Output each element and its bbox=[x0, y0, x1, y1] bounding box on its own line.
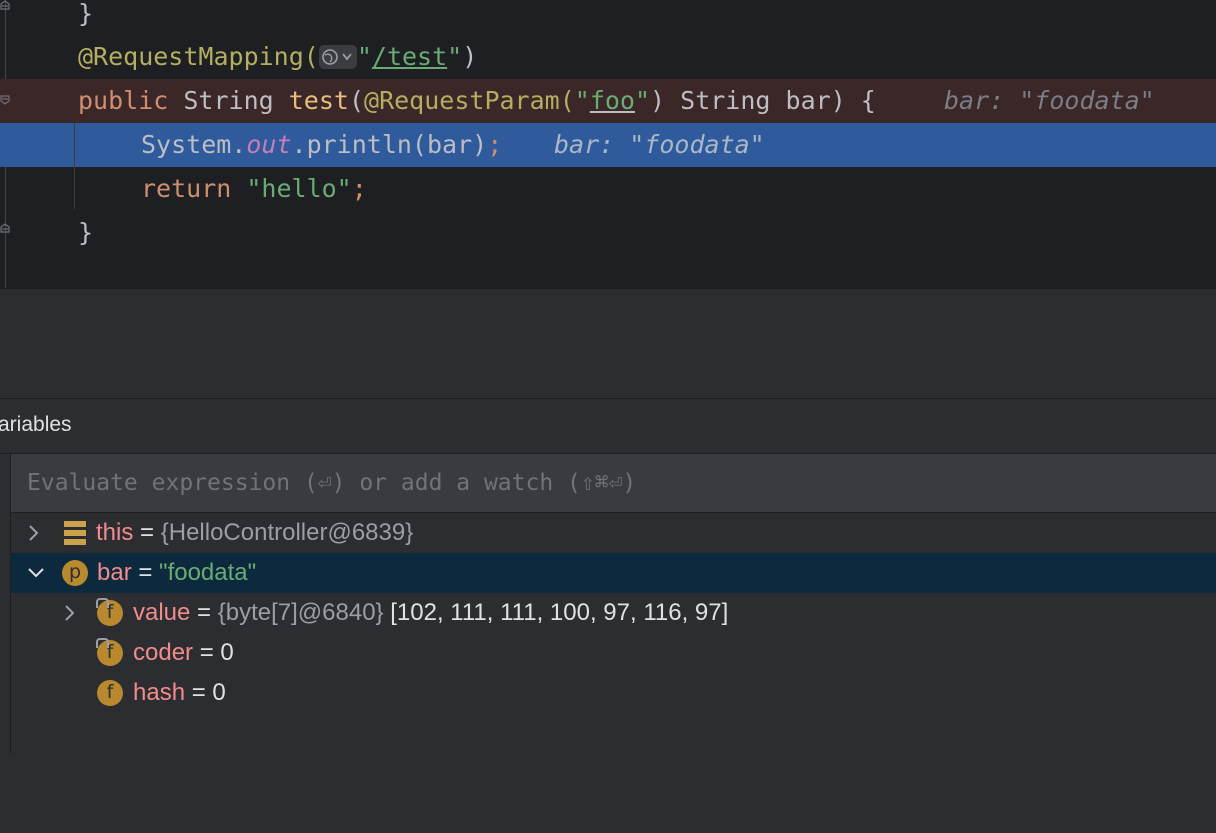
fold-icon[interactable] bbox=[0, 223, 10, 233]
debug-toolbar bbox=[0, 288, 1216, 344]
code-line-current-execution[interactable]: System.out.println(bar); bar: "foodata" bbox=[0, 123, 1216, 167]
inline-value-hint: bar: "foodata" bbox=[944, 86, 1155, 115]
code-editor[interactable]: } @RequestMapping("/test") public String… bbox=[0, 0, 1216, 288]
chevron-down-icon[interactable] bbox=[24, 553, 44, 593]
inline-value-hint: bar: "foodata" bbox=[554, 130, 765, 159]
closing-brace: } bbox=[78, 0, 94, 28]
mapping-path-link[interactable]: /test bbox=[372, 42, 447, 71]
lock-icon bbox=[96, 638, 109, 648]
request-param-name: foo bbox=[589, 86, 635, 115]
object-stack-icon bbox=[64, 521, 86, 545]
debug-tab-bar bbox=[0, 343, 1216, 399]
variables-panel[interactable]: this = {HelloController@6839} p bar = "f… bbox=[10, 454, 1216, 754]
code-line-1[interactable]: } bbox=[0, 0, 1216, 36]
variables-title: ariables bbox=[0, 413, 72, 436]
variable-row-this[interactable]: this = {HelloController@6839} bbox=[11, 513, 1216, 553]
code-line-closing[interactable]: } bbox=[0, 211, 1216, 255]
closing-brace: } bbox=[78, 218, 94, 247]
parameter-icon: p bbox=[62, 560, 88, 586]
variables-header: ariables bbox=[0, 399, 1216, 454]
request-mapping-annotation: @RequestMapping( bbox=[78, 42, 319, 71]
web-endpoint-icon[interactable] bbox=[318, 41, 357, 69]
method-name: test bbox=[288, 86, 349, 115]
code-line-method-signature[interactable]: public String test(@RequestParam("foo") … bbox=[0, 79, 1216, 123]
variable-row-bar[interactable]: p bar = "foodata" bbox=[11, 553, 1216, 593]
out-field: out bbox=[246, 130, 292, 159]
variable-row-coder[interactable]: f coder = 0 bbox=[11, 633, 1216, 673]
evaluate-bar bbox=[11, 454, 1216, 513]
chevron-right-icon[interactable] bbox=[60, 593, 80, 633]
variable-row-value[interactable]: f value = {byte[7]@6840} [102, 111, 111,… bbox=[11, 593, 1216, 633]
fold-icon[interactable] bbox=[0, 95, 10, 105]
evaluate-expression-input[interactable] bbox=[27, 454, 1207, 512]
chevron-right-icon[interactable] bbox=[24, 513, 44, 553]
code-line-request-mapping[interactable]: @RequestMapping("/test") bbox=[0, 35, 1216, 79]
variable-row-hash[interactable]: f hash = 0 bbox=[11, 673, 1216, 713]
lock-icon bbox=[96, 598, 109, 608]
field-icon: f bbox=[97, 680, 123, 706]
fold-icon[interactable] bbox=[0, 0, 10, 10]
code-line-return[interactable]: return "hello"; bbox=[0, 167, 1216, 211]
